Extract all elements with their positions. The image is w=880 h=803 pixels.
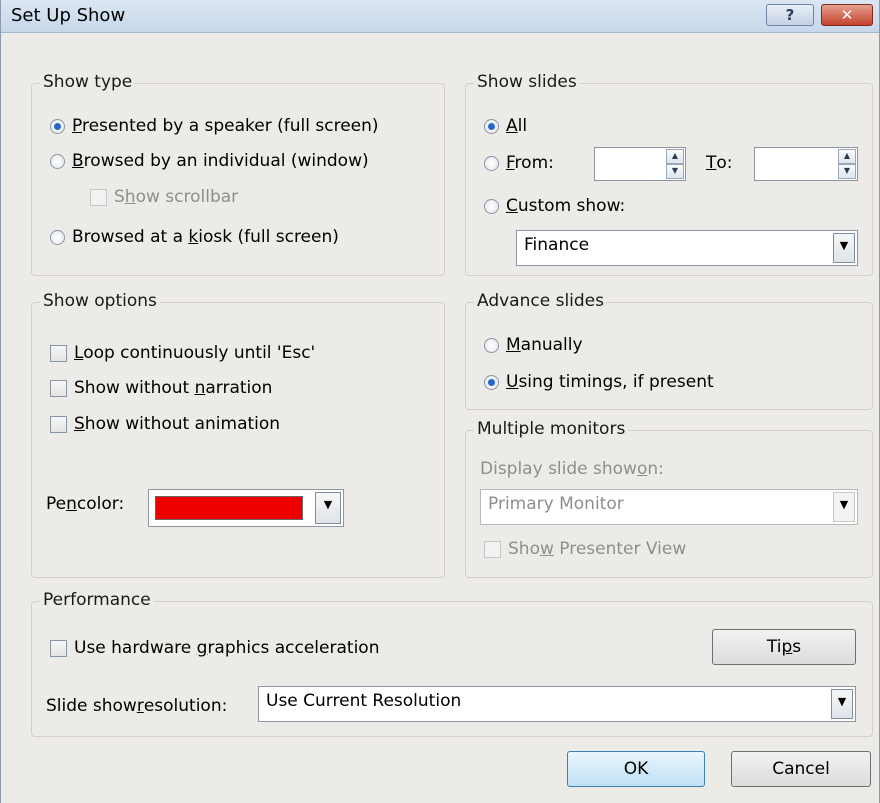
spin-up-icon[interactable]: ▲: [666, 149, 684, 164]
hardware-acceleration-checkbox[interactable]: Use hardware graphics acceleration: [50, 638, 379, 658]
radio-icon: [50, 153, 65, 169]
to-spin-buttons[interactable]: ▲ ▼: [838, 149, 856, 179]
resolution-value: Use Current Resolution: [266, 691, 462, 711]
to-spinner[interactable]: ▲ ▼: [754, 147, 858, 181]
no-narration-label: Show without narration: [74, 378, 273, 398]
loop-continuously-checkbox[interactable]: Loop continuously until 'Esc': [50, 343, 315, 363]
from-label: From:: [506, 153, 554, 173]
spin-down-icon[interactable]: ▼: [838, 164, 856, 179]
checkbox-icon: [50, 415, 67, 433]
from-spinner[interactable]: ▲ ▼: [594, 147, 686, 181]
presented-by-speaker-radio[interactable]: Presented by a speaker (full screen): [50, 116, 379, 136]
presented-label: Presented by a speaker (full screen): [72, 116, 379, 136]
show-type-legend: Show type: [40, 72, 136, 92]
chevron-down-icon[interactable]: ▼: [833, 233, 855, 263]
browsed-kiosk-radio[interactable]: Browsed at a kiosk (full screen): [50, 227, 339, 247]
radio-icon: [484, 337, 499, 353]
advance-slides-group: Advance slides Manually Using timings, i…: [465, 291, 873, 410]
radio-icon: [50, 229, 65, 245]
pen-color-picker[interactable]: ▼: [148, 489, 344, 527]
show-options-legend: Show options: [40, 291, 160, 311]
performance-group: Performance Use hardware graphics accele…: [31, 590, 873, 737]
tips-button[interactable]: Tips: [712, 629, 856, 665]
radio-icon: [484, 155, 499, 171]
close-button[interactable]: ✕: [821, 4, 873, 26]
cancel-button[interactable]: Cancel: [731, 751, 871, 787]
custom-show-dropdown[interactable]: Finance ▼: [516, 230, 858, 266]
presenter-view-label: Show Presenter View: [508, 539, 687, 559]
radio-selected-icon: [484, 374, 499, 390]
to-label: To:: [706, 153, 733, 173]
show-options-group: Show options Loop continuously until 'Es…: [31, 291, 445, 578]
monitor-dropdown[interactable]: Primary Monitor ▼: [480, 489, 858, 525]
resolution-dropdown[interactable]: Use Current Resolution ▼: [258, 686, 856, 722]
show-scrollbar-checkbox[interactable]: Show scrollbar: [90, 187, 238, 207]
spin-up-icon[interactable]: ▲: [838, 149, 856, 164]
set-up-show-dialog: Set Up Show ? ✕ Show type Presented by a…: [0, 0, 880, 803]
from-spin-buttons[interactable]: ▲ ▼: [666, 149, 684, 179]
radio-selected-icon: [484, 118, 499, 134]
pen-color-label: Pe n color:: [46, 494, 125, 514]
show-type-group: Show type Presented by a speaker (full s…: [31, 72, 445, 276]
custom-show-radio[interactable]: Custom show:: [484, 196, 625, 216]
performance-legend: Performance: [40, 590, 154, 610]
hardware-acceleration-label: Use hardware graphics acceleration: [74, 638, 380, 658]
show-without-narration-checkbox[interactable]: Show without narration: [50, 378, 272, 398]
spin-down-icon[interactable]: ▼: [666, 164, 684, 179]
all-label: All: [506, 116, 528, 136]
show-slides-legend: Show slides: [474, 72, 580, 92]
custom-show-value: Finance: [524, 235, 590, 255]
radio-icon: [484, 198, 499, 214]
multiple-monitors-group: Multiple monitors Display slide show o n:…: [465, 419, 873, 578]
browsed-individual-label: Browsed by an individual (window): [72, 151, 369, 171]
checkbox-icon: [90, 188, 107, 206]
title-bar: Set Up Show ? ✕: [1, 0, 879, 33]
checkbox-icon: [484, 540, 501, 558]
show-presenter-view-checkbox[interactable]: Show Presenter View: [484, 539, 686, 559]
ok-button[interactable]: OK: [567, 751, 705, 787]
window-title: Set Up Show: [11, 5, 126, 26]
all-slides-radio[interactable]: All: [484, 116, 527, 136]
pen-color-swatch: [155, 496, 303, 520]
from-radio[interactable]: From:: [484, 153, 554, 173]
chevron-down-icon[interactable]: ▼: [833, 492, 855, 522]
using-timings-label: Using timings, if present: [506, 372, 714, 392]
multiple-monitors-legend: Multiple monitors: [474, 419, 629, 439]
manually-label: Manually: [506, 335, 583, 355]
browsed-kiosk-label: Browsed at a kiosk (full screen): [72, 227, 339, 247]
chevron-down-icon[interactable]: ▼: [831, 689, 853, 719]
using-timings-radio[interactable]: Using timings, if present: [484, 372, 714, 392]
advance-slides-legend: Advance slides: [474, 291, 607, 311]
browsed-individual-radio[interactable]: Browsed by an individual (window): [50, 151, 369, 171]
custom-show-label: Custom show:: [506, 196, 626, 216]
slide-show-resolution-label: Slide show r esolution:: [46, 696, 228, 716]
monitor-value: Primary Monitor: [488, 494, 624, 514]
loop-label: Loop continuously until 'Esc': [74, 343, 316, 363]
display-slide-show-label: Display slide show o n:: [480, 459, 664, 479]
show-scrollbar-label: Show scrollbar: [114, 187, 239, 207]
checkbox-icon: [50, 344, 67, 362]
manually-radio[interactable]: Manually: [484, 335, 583, 355]
radio-selected-icon: [50, 118, 65, 134]
chevron-down-icon[interactable]: ▼: [315, 492, 341, 524]
show-slides-group: Show slides All From: ▲ ▼ To: ▲ ▼ Custom…: [465, 72, 873, 276]
show-without-animation-checkbox[interactable]: Show without animation: [50, 414, 280, 434]
checkbox-icon: [50, 379, 67, 397]
checkbox-icon: [50, 639, 67, 657]
help-button[interactable]: ?: [766, 4, 814, 26]
no-animation-label: Show without animation: [74, 414, 281, 434]
